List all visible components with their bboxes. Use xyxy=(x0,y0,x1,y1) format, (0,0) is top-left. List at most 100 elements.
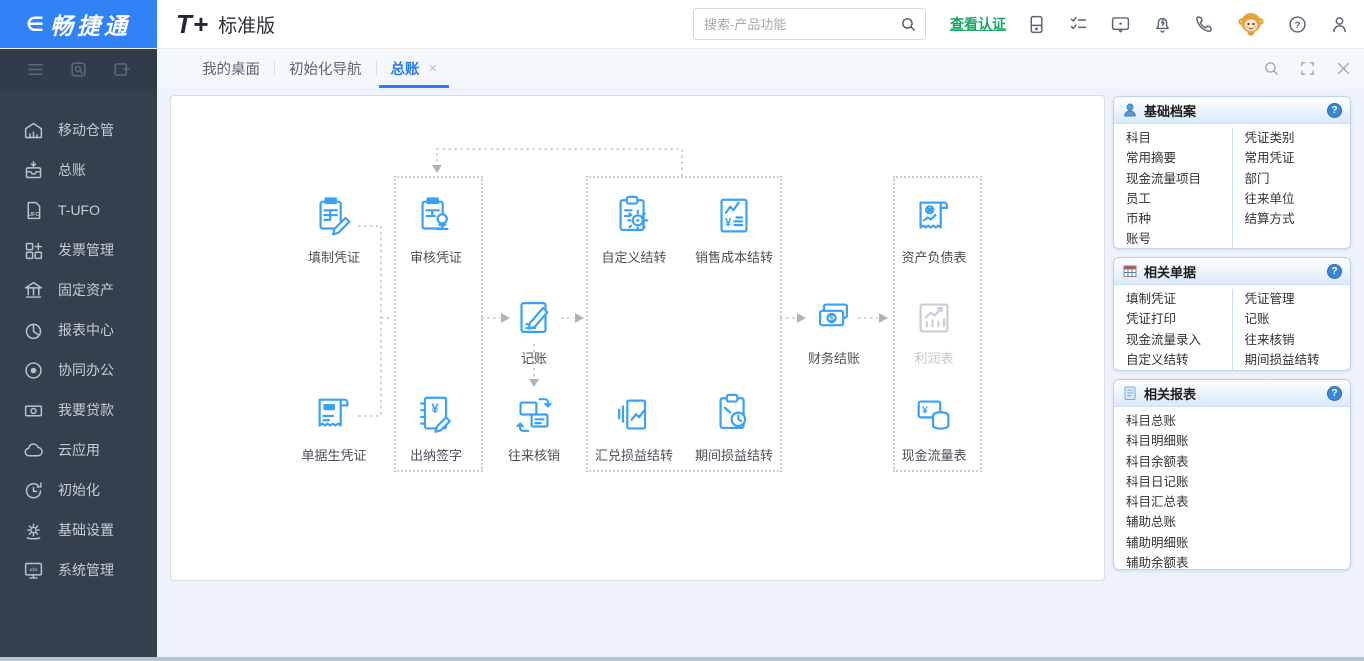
phone-icon[interactable] xyxy=(1194,14,1215,35)
flow-node-label: 审核凭证 xyxy=(388,247,484,266)
flow-node-label: 自定义结转 xyxy=(586,247,682,266)
sidebar-item-loan[interactable]: 我要贷款 xyxy=(0,390,157,430)
panel-link-记账[interactable]: 记账 xyxy=(1245,309,1351,329)
new-window-icon[interactable] xyxy=(112,60,131,79)
flow-node-fill-voucher[interactable]: 填制凭证 xyxy=(286,194,382,266)
sidebar-item-cloud[interactable]: 云应用 xyxy=(0,430,157,470)
bell-icon[interactable] xyxy=(1152,14,1173,35)
tab-总账[interactable]: 总账 × xyxy=(377,48,452,88)
panel-link-凭证管理[interactable]: 凭证管理 xyxy=(1245,289,1351,309)
calculator-icon[interactable] xyxy=(1026,14,1047,35)
sidebar-item-collab[interactable]: 协同办公 xyxy=(0,350,157,390)
tab-label: 总账 xyxy=(391,58,420,79)
sidebar-item-invoice[interactable]: 发票管理 xyxy=(0,230,157,270)
flow-node-bookkeeping[interactable]: 记账 xyxy=(486,295,582,367)
search-window-icon[interactable] xyxy=(69,60,88,79)
panel-link-常用凭证[interactable]: 常用凭证 xyxy=(1245,148,1351,168)
brand-logo-text: 畅捷通 xyxy=(50,7,131,41)
product-search[interactable] xyxy=(693,8,926,40)
flow-node-label: 单据生凭证 xyxy=(286,445,382,464)
search-icon[interactable] xyxy=(1263,60,1280,77)
flow-node-label: 往来核销 xyxy=(486,445,582,464)
header-icon-row: ? xyxy=(1026,9,1350,39)
panel-link-填制凭证[interactable]: 填制凭证 xyxy=(1126,289,1232,309)
panel-link-辅助明细账[interactable]: 辅助明细账 xyxy=(1126,533,1350,553)
panel-link-往来核销[interactable]: 往来核销 xyxy=(1245,330,1351,350)
panel-link-自定义结转[interactable]: 自定义结转 xyxy=(1126,350,1232,370)
help-icon[interactable]: ? xyxy=(1287,14,1308,35)
panel-link-现金流量项目[interactable]: 现金流量项目 xyxy=(1126,169,1232,189)
flow-node-sales-cost-carry[interactable]: ¥销售成本结转 xyxy=(686,194,782,266)
fullscreen-icon[interactable] xyxy=(1299,60,1316,77)
panel-link-现金流量录入[interactable]: 现金流量录入 xyxy=(1126,330,1232,350)
panel-link-凭证类别[interactable]: 凭证类别 xyxy=(1245,128,1351,148)
panel-link-科目日记账[interactable]: 科目日记账 xyxy=(1126,472,1350,492)
panel-link-往来单位[interactable]: 往来单位 xyxy=(1245,189,1351,209)
flow-node-period-carry[interactable]: 期间损益结转 xyxy=(686,392,782,464)
balance-sheet-icon xyxy=(886,194,982,245)
sidebar-item-reports[interactable]: 报表中心 xyxy=(0,310,157,350)
tab-close-icon[interactable]: × xyxy=(429,60,438,77)
panel-link-科目总账[interactable]: 科目总账 xyxy=(1126,411,1350,431)
panel-link-期间损益结转[interactable]: 期间损益结转 xyxy=(1245,350,1351,370)
flow-node-finance-close[interactable]: $财务结账 xyxy=(786,295,882,367)
sidebar-item-system[interactable]: </>系统管理 xyxy=(0,550,157,590)
income-statement-icon xyxy=(886,295,982,346)
user-card-icon xyxy=(1122,102,1138,118)
tab-初始化导航[interactable]: 初始化导航 xyxy=(275,48,376,88)
flow-node-cashflow-sheet[interactable]: ¥现金流量表 xyxy=(886,392,982,464)
panel-link-常用摘要[interactable]: 常用摘要 xyxy=(1126,148,1232,168)
panel-link-币种[interactable]: 币种 xyxy=(1126,209,1232,229)
mascot-monkey-icon[interactable] xyxy=(1236,9,1266,39)
product-name: T+ xyxy=(176,9,209,40)
tab-label: 初始化导航 xyxy=(289,58,362,79)
panel-title: 基础档案 xyxy=(1144,101,1196,120)
panel-link-员工[interactable]: 员工 xyxy=(1126,189,1232,209)
panel-help-icon[interactable]: ? xyxy=(1327,264,1342,279)
panel-header: 基础档案? xyxy=(1114,97,1350,124)
svg-text:$: $ xyxy=(829,314,834,323)
flow-node-verification[interactable]: 往来核销 xyxy=(486,392,582,464)
panel-link-辅助总账[interactable]: 辅助总账 xyxy=(1126,512,1350,532)
panel-help-icon[interactable]: ? xyxy=(1327,386,1342,401)
panel-link-科目余额表[interactable]: 科目余额表 xyxy=(1126,452,1350,472)
brand-logo: ∈ 畅捷通 xyxy=(0,0,157,48)
flow-node-audit-voucher[interactable]: 审核凭证 xyxy=(388,194,484,266)
panel-link-科目[interactable]: 科目 xyxy=(1126,128,1232,148)
assets-icon xyxy=(22,279,44,301)
close-icon[interactable] xyxy=(1335,60,1352,77)
sidebar-item-init[interactable]: 初始化 xyxy=(0,470,157,510)
custom-carry-icon xyxy=(586,194,682,245)
flow-node-custom-carry[interactable]: 自定义结转 xyxy=(586,194,682,266)
sidebar-item-assets[interactable]: 固定资产 xyxy=(0,270,157,310)
flow-node-exchange-carry[interactable]: 汇兑损益结转 xyxy=(586,392,682,464)
panel-link-结算方式[interactable]: 结算方式 xyxy=(1245,209,1351,229)
table-icon xyxy=(1122,263,1138,279)
panel-link-部门[interactable]: 部门 xyxy=(1245,169,1351,189)
sidebar-item-tufo[interactable]: UFOT-UFO xyxy=(0,190,157,230)
flow-node-balance-sheet[interactable]: 资产负债表 xyxy=(886,194,982,266)
search-icon[interactable] xyxy=(900,16,917,33)
period-carry-icon xyxy=(686,392,782,443)
sidebar-item-ledger[interactable]: 总账 xyxy=(0,150,157,190)
flow-node-label: 资产负债表 xyxy=(886,247,982,266)
flow-node-cashier-sign[interactable]: ¥出纳签字 xyxy=(388,392,484,464)
panel-help-icon[interactable]: ? xyxy=(1327,103,1342,118)
product-search-input[interactable] xyxy=(702,16,900,33)
sidebar: 移动仓管总账UFOT-UFO发票管理固定资产报表中心协同办公我要贷款云应用初始化… xyxy=(0,48,157,657)
sidebar-item-warehouse[interactable]: 移动仓管 xyxy=(0,110,157,150)
message-icon[interactable] xyxy=(1110,14,1131,35)
panel-link-辅助余额表[interactable]: 辅助余额表 xyxy=(1126,553,1350,570)
user-icon[interactable] xyxy=(1329,14,1350,35)
panel-link-凭证打印[interactable]: 凭证打印 xyxy=(1126,309,1232,329)
panel-link-账号[interactable]: 账号 xyxy=(1126,229,1232,249)
sidebar-item-settings[interactable]: 基础设置 xyxy=(0,510,157,550)
menu-icon[interactable] xyxy=(26,60,45,79)
tab-我的桌面[interactable]: 我的桌面 xyxy=(188,48,274,88)
flow-node-doc-to-voucher[interactable]: 单据生凭证 xyxy=(286,392,382,464)
panel-link-科目明细账[interactable]: 科目明细账 xyxy=(1126,431,1350,451)
panel-link-科目汇总表[interactable]: 科目汇总表 xyxy=(1126,492,1350,512)
view-certification-link[interactable]: 查看认证 xyxy=(950,14,1006,34)
checklist-icon[interactable] xyxy=(1068,14,1089,35)
sidebar-item-label: T-UFO xyxy=(58,202,100,218)
